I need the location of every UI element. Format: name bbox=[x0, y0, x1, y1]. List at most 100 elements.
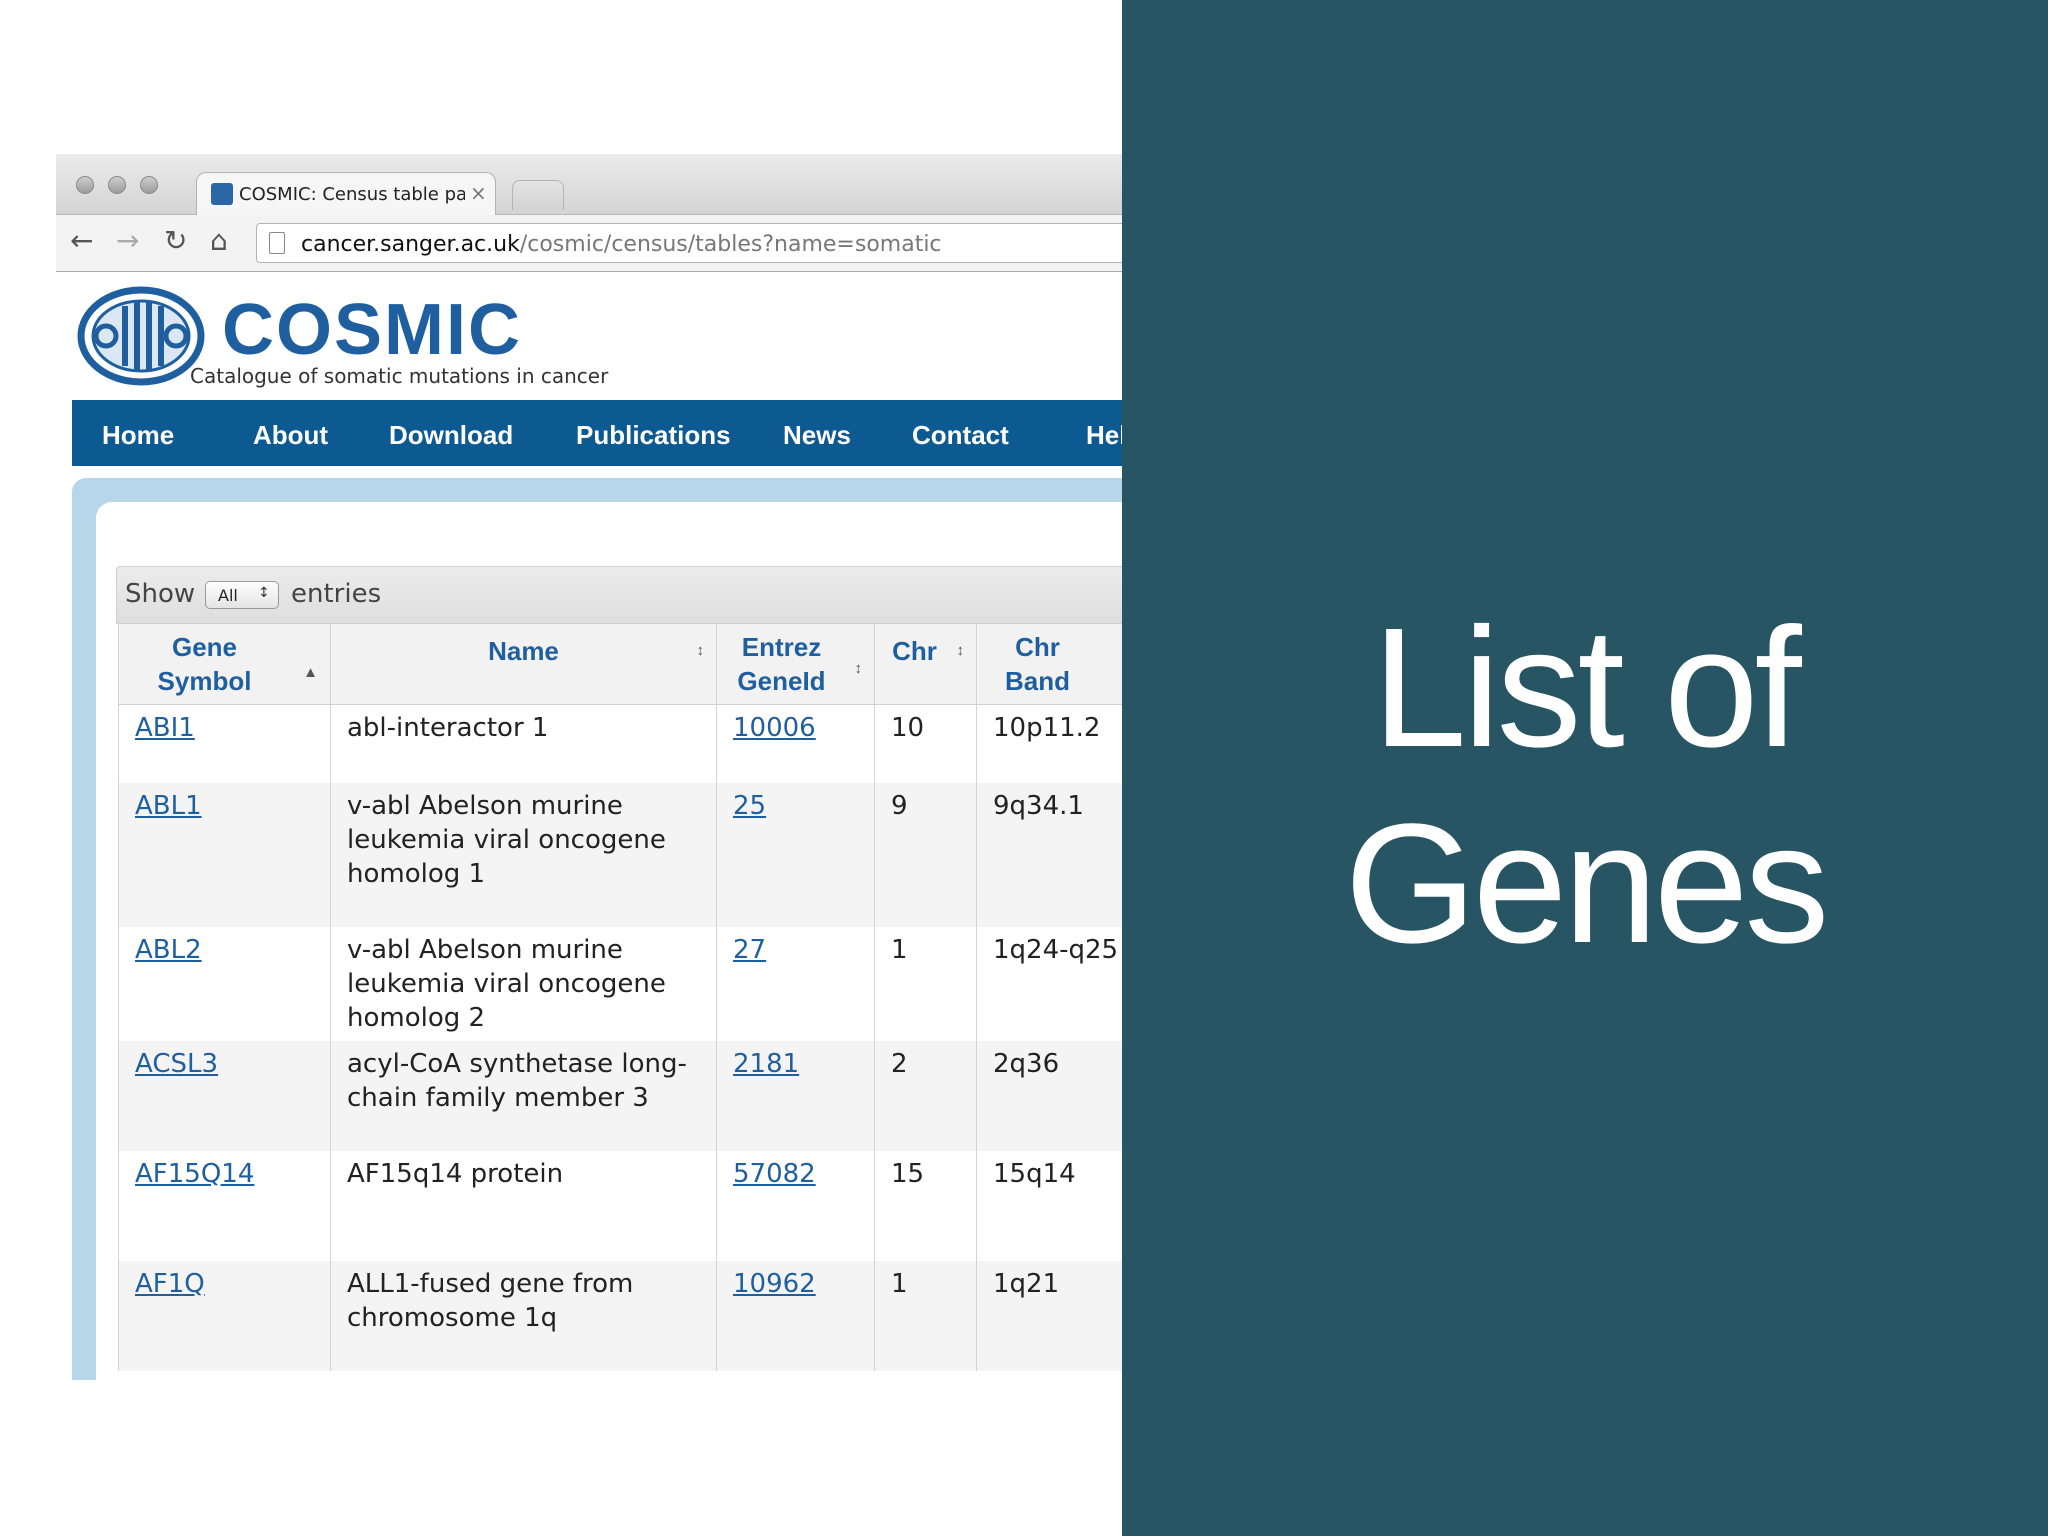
sort-icon: ↕ bbox=[696, 642, 705, 659]
logo-tagline: Catalogue of somatic mutations in cancer bbox=[190, 364, 609, 388]
cell-gene-symbol: ABL2 bbox=[118, 926, 331, 1041]
cell-chr-band: 9q34.1 bbox=[976, 782, 1122, 927]
cell-geneid: 25 bbox=[716, 782, 875, 927]
new-tab-button[interactable] bbox=[512, 180, 564, 210]
tab-close-icon[interactable]: × bbox=[470, 181, 487, 205]
cell-geneid: 10006 bbox=[716, 704, 875, 783]
back-arrow-icon[interactable]: ← bbox=[70, 226, 93, 256]
gene-symbol-link[interactable]: AF1Q bbox=[135, 1269, 205, 1299]
nav-contact[interactable]: Contact bbox=[912, 420, 1009, 451]
entries-value: All bbox=[218, 586, 238, 605]
browser-window: COSMIC: Census table pag × ← → ↻ ⌂ cance… bbox=[56, 154, 1122, 1380]
cell-chr: 1 bbox=[874, 926, 977, 1041]
slide-title-line-2: Genes bbox=[1344, 789, 1830, 979]
select-arrows-icon: ↕ bbox=[258, 585, 270, 601]
entries-select[interactable]: All ↕ bbox=[205, 581, 279, 609]
slide-title-panel: List of Genes bbox=[1122, 0, 2048, 1536]
cell-chr: 2 bbox=[874, 1040, 977, 1151]
header-gene-symbol[interactable]: Gene Symbol ▲ bbox=[118, 624, 331, 705]
header-name[interactable]: Name ↕ bbox=[330, 624, 717, 705]
cell-name: v-abl Abelson murine leukemia viral onco… bbox=[330, 782, 717, 927]
nav-help[interactable]: Help bbox=[1086, 420, 1122, 451]
cell-gene-symbol: ACSL3 bbox=[118, 1040, 331, 1151]
header-entrez-geneid[interactable]: Entrez GeneId ↕ bbox=[716, 624, 875, 705]
cell-geneid: 27 bbox=[716, 926, 875, 1041]
cell-chr-band: 2q36 bbox=[976, 1040, 1122, 1151]
minimize-window-button[interactable] bbox=[108, 176, 126, 194]
cell-name: v-abl Abelson murine leukemia viral onco… bbox=[330, 926, 717, 1041]
cosmic-favicon-icon bbox=[211, 183, 233, 205]
cell-gene-symbol: ABI1 bbox=[118, 704, 331, 783]
cell-chr-band: 10p11.2 bbox=[976, 704, 1122, 783]
table-header-row: Gene Symbol ▲ Name ↕ Entrez GeneId ↕ Chr ↕ C… bbox=[118, 624, 1122, 705]
cell-chr-band: 1q21 bbox=[976, 1260, 1122, 1371]
cell-geneid: 2181 bbox=[716, 1040, 875, 1151]
geneid-link[interactable]: 2181 bbox=[733, 1049, 799, 1079]
browser-tab[interactable]: COSMIC: Census table pag × bbox=[196, 172, 496, 215]
cell-chr-band: 1q24-q25 bbox=[976, 926, 1122, 1041]
page-content: COSMIC Catalogue of somatic mutations in… bbox=[56, 272, 1122, 1380]
header-label: Chr Band bbox=[1005, 632, 1070, 696]
url-path: /cosmic/census/tables?name=somatic bbox=[519, 232, 942, 257]
geneid-link[interactable]: 10006 bbox=[733, 713, 816, 743]
nav-publications[interactable]: Publications bbox=[576, 420, 731, 451]
page-icon bbox=[269, 232, 285, 254]
nav-download[interactable]: Download bbox=[389, 420, 513, 451]
table-row: ABL1 v-abl Abelson murine leukemia viral… bbox=[118, 782, 1122, 927]
gene-symbol-link[interactable]: ABL1 bbox=[135, 791, 202, 821]
sort-icon: ↕ bbox=[854, 660, 863, 677]
address-bar[interactable]: cancer.sanger.ac.uk/cosmic/census/tables… bbox=[256, 223, 1122, 263]
header-chr[interactable]: Chr ↕ bbox=[874, 624, 977, 705]
geneid-link[interactable]: 57082 bbox=[733, 1159, 816, 1189]
nav-about[interactable]: About bbox=[253, 420, 328, 451]
cell-geneid: 57082 bbox=[716, 1150, 875, 1261]
cell-chr-band: 15q14 bbox=[976, 1150, 1122, 1261]
cell-geneid: 10962 bbox=[716, 1260, 875, 1371]
header-chr-band[interactable]: Chr Band bbox=[976, 624, 1122, 705]
cell-name: abl-interactor 1 bbox=[330, 704, 717, 783]
slide-title-line-1: List of bbox=[1372, 593, 1802, 783]
geneid-link[interactable]: 25 bbox=[733, 791, 766, 821]
sort-asc-icon: ▲ bbox=[303, 664, 318, 681]
sort-icon: ↕ bbox=[956, 642, 965, 659]
geneid-link[interactable]: 10962 bbox=[733, 1269, 816, 1299]
gene-symbol-link[interactable]: ABL2 bbox=[135, 935, 202, 965]
tab-title: COSMIC: Census table pag bbox=[239, 184, 465, 205]
cell-chr: 15 bbox=[874, 1150, 977, 1261]
table-row: ABI1 abl-interactor 1 10006 10 10p11.2 bbox=[118, 704, 1122, 783]
cell-gene-symbol: AF1Q bbox=[118, 1260, 331, 1371]
home-icon[interactable]: ⌂ bbox=[210, 226, 228, 256]
url-domain: cancer.sanger.ac.uk bbox=[301, 232, 520, 257]
url-text[interactable]: cancer.sanger.ac.uk/cosmic/census/tables… bbox=[301, 232, 942, 257]
title-bar: COSMIC: Census table pag × bbox=[56, 154, 1122, 215]
header-label: Name bbox=[488, 636, 559, 666]
cell-gene-symbol: AF15Q14 bbox=[118, 1150, 331, 1261]
cell-chr: 9 bbox=[874, 782, 977, 927]
geneid-link[interactable]: 27 bbox=[733, 935, 766, 965]
site-nav: Home About Download Publications News Co… bbox=[72, 400, 1122, 466]
forward-arrow-icon[interactable]: → bbox=[116, 226, 139, 256]
table-length-bar: Show All ↕ entries bbox=[116, 566, 1122, 624]
table-row: ABL2 v-abl Abelson murine leukemia viral… bbox=[118, 926, 1122, 1041]
cell-gene-symbol: ABL1 bbox=[118, 782, 331, 927]
table-row: AF1Q ALL1-fused gene from chromosome 1q … bbox=[118, 1260, 1122, 1371]
gene-symbol-link[interactable]: ABI1 bbox=[135, 713, 195, 743]
gene-symbol-link[interactable]: ACSL3 bbox=[135, 1049, 218, 1079]
header-label: Gene Symbol bbox=[157, 632, 252, 696]
nav-news[interactable]: News bbox=[783, 420, 851, 451]
cell-name: AF15q14 protein bbox=[330, 1150, 717, 1261]
nav-home[interactable]: Home bbox=[102, 420, 174, 451]
show-label: Show bbox=[125, 579, 196, 609]
reload-icon[interactable]: ↻ bbox=[164, 226, 187, 256]
gene-census-table: Gene Symbol ▲ Name ↕ Entrez GeneId ↕ Chr ↕ C… bbox=[118, 624, 1122, 1371]
cell-name: acyl-CoA synthetase long-chain family me… bbox=[330, 1040, 717, 1151]
close-window-button[interactable] bbox=[76, 176, 94, 194]
gene-symbol-link[interactable]: AF15Q14 bbox=[135, 1159, 254, 1189]
cosmic-logo-icon[interactable] bbox=[76, 284, 206, 388]
slide-title: List of Genes bbox=[1122, 590, 2048, 982]
logo-text[interactable]: COSMIC bbox=[222, 292, 522, 368]
browser-toolbar: ← → ↻ ⌂ cancer.sanger.ac.uk/cosmic/censu… bbox=[56, 215, 1122, 272]
zoom-window-button[interactable] bbox=[140, 176, 158, 194]
cell-chr: 1 bbox=[874, 1260, 977, 1371]
header-label: Entrez GeneId bbox=[737, 632, 826, 696]
